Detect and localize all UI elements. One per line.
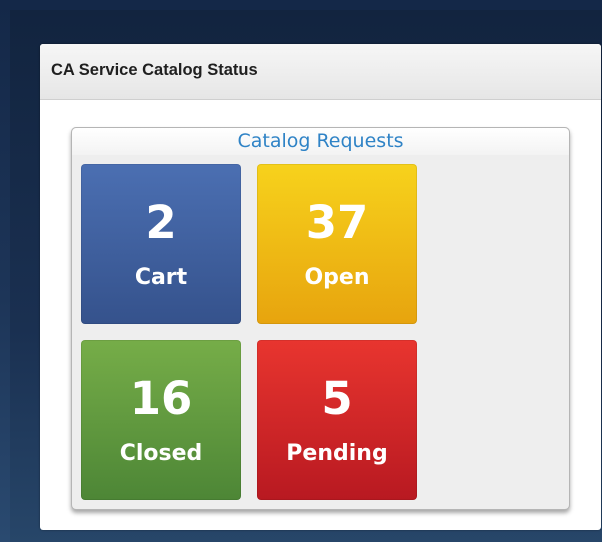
portal-background: CA Service Catalog Status Catalog Reques…: [10, 10, 602, 542]
pending-label: Pending: [286, 441, 388, 466]
catalog-requests-title: Catalog Requests: [72, 128, 569, 155]
catalog-requests-panel: Catalog Requests 2 Cart 37 Open 16 Close…: [71, 127, 570, 510]
pending-tile[interactable]: 5 Pending: [257, 340, 417, 500]
closed-label: Closed: [119, 441, 203, 466]
closed-tile[interactable]: 16 Closed: [81, 340, 241, 500]
cart-tile[interactable]: 2 Cart: [81, 164, 241, 324]
portlet-title: CA Service Catalog Status: [40, 44, 601, 100]
open-label: Open: [304, 265, 370, 290]
cart-count: 2: [145, 196, 177, 249]
service-catalog-status-portlet: CA Service Catalog Status Catalog Reques…: [40, 44, 601, 530]
open-tile[interactable]: 37 Open: [257, 164, 417, 324]
closed-count: 16: [129, 372, 193, 425]
open-count: 37: [305, 196, 369, 249]
cart-label: Cart: [134, 265, 188, 290]
pending-count: 5: [321, 372, 353, 425]
